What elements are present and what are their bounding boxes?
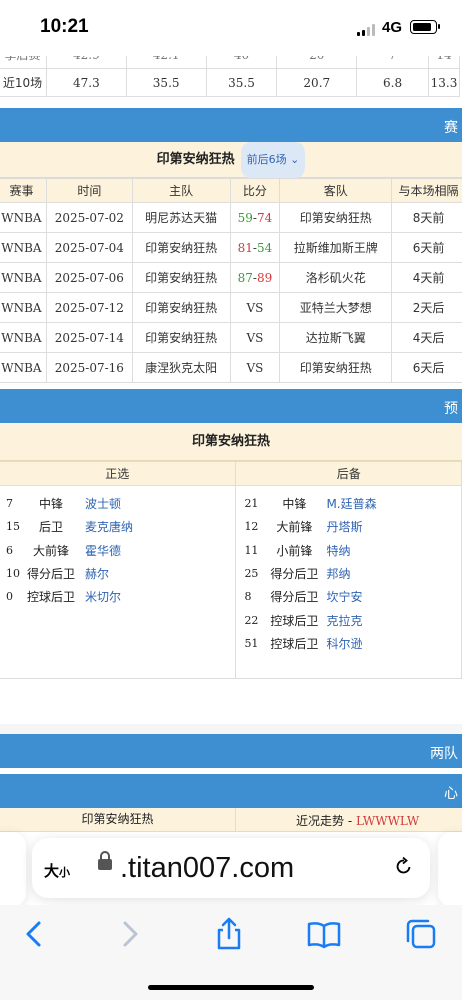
player-link[interactable]: 米切尔 [79,588,121,605]
player-row: 22 控球后卫 克拉克 [244,612,363,629]
player-row: 0 控球后卫 米切尔 [6,588,122,605]
table-header-row: 赛事 时间 主队 比分 客队 与本场相隔 [0,178,462,203]
player-link[interactable]: 坎宁安 [320,588,362,605]
player-row: 51 控球后卫 科尔逊 [244,635,363,652]
player-row: 15 后卫 麦克唐纳 [6,518,134,535]
reload-icon[interactable] [394,856,414,876]
status-bar: 10:21 4G [0,0,462,56]
player-row: 12 大前锋 丹塔斯 [244,518,363,535]
player-row: 7 中锋 波士顿 [6,495,122,512]
chevron-down-icon: ⌄ [290,153,300,166]
player-link[interactable]: 邦纳 [320,565,350,582]
starters-header: 正选 [0,461,237,486]
next-tab-preview[interactable] [438,832,462,907]
player-link[interactable]: 科尔逊 [320,635,362,652]
back-icon[interactable] [16,916,52,952]
match-range-dropdown[interactable]: 前后6场 ⌄ [240,142,306,178]
starters-list: 7 中锋 波士顿 15 后卫 麦克唐纳 6 大前锋 霍华德 10 得分后卫 赫尔 0 控球后卫 米切… [0,485,237,679]
section-divider [0,724,462,734]
player-link[interactable]: 麦克唐纳 [79,518,133,535]
table-row[interactable]: WNBA 2025-07-16 康涅狄克太阳 VS 印第安纳狂热 6天后 [0,352,462,383]
score-cell: VS [229,292,281,323]
player-link[interactable]: 克拉克 [320,612,362,629]
signal-icon [357,24,377,36]
table-row: 近10场 47.3 35.5 35.5 20.7 6.8 13.3 [0,68,461,97]
prev-tab-preview[interactable] [0,832,26,907]
player-link[interactable]: M.廷普森 [320,495,376,512]
address-bar[interactable]: 大小 .titan007.com [32,838,430,898]
player-link[interactable]: 丹塔斯 [320,518,362,535]
lineup-table: 正选 后备 7 中锋 波士顿 15 后卫 麦克唐纳 6 大前锋 霍华德 10 得分后卫 赫尔 0… [0,461,462,679]
head-to-head-section-header: 两队 [0,734,462,768]
table-row[interactable]: WNBA 2025-07-02 明尼苏达天猫 59-74 印第安纳狂热 8天前 [0,202,462,233]
tabs-icon[interactable] [403,916,439,952]
table-row[interactable]: WNBA 2025-07-14 印第安纳狂热 VS 达拉斯飞翼 4天后 [0,322,462,353]
player-row: 21 中锋 M.廷普森 [244,495,377,512]
player-row: 11 小前锋 特纳 [244,542,351,559]
lineup-section-header: 预 [0,389,462,423]
lineup-team-header: 印第安纳狂热 [0,423,462,461]
schedule-table: 赛事 时间 主队 比分 客队 与本场相隔 WNBA 2025-07-02 明尼苏达… [0,178,462,383]
player-row: 10 得分后卫 赫尔 [6,565,110,582]
player-link[interactable]: 赫尔 [79,565,109,582]
score-cell: 81-54 [229,232,281,263]
form-row: 印第安纳狂热 近况走势 - LWWWLW [0,808,462,832]
player-link[interactable]: 特纳 [320,542,350,559]
network-type: 4G [382,19,403,36]
player-row: 6 大前锋 霍华德 [6,542,122,559]
form-section-header: 心 [0,774,462,808]
player-link[interactable]: 波士顿 [79,495,121,512]
url-text[interactable]: .titan007.com [120,852,294,885]
forward-icon[interactable] [112,916,148,952]
table-row[interactable]: WNBA 2025-07-06 印第安纳狂热 87-89 洛杉矶火花 4天前 [0,262,462,293]
bookmarks-icon[interactable] [306,916,342,952]
schedule-team-header: 印第安纳狂热 前后6场 ⌄ [0,142,462,178]
bench-header: 后备 [235,461,462,486]
table-row[interactable]: WNBA 2025-07-04 印第安纳狂热 81-54 拉斯维加斯王牌 6天前 [0,232,462,263]
form-team-name: 印第安纳狂热 [0,808,236,832]
bench-list: 21 中锋 M.廷普森 12 大前锋 丹塔斯 11 小前锋 特纳 25 得分后卫 邦纳 8 得分后… [235,485,462,679]
score-cell: 87-89 [229,262,281,293]
form-trend: 近况走势 - LWWWLW [296,814,420,828]
player-link[interactable]: 霍华德 [79,542,121,559]
table-row[interactable]: WNBA 2025-07-12 印第安纳狂热 VS 亚特兰大梦想 2天后 [0,292,462,323]
schedule-section-header: 赛 [0,108,462,142]
schedule-team-name: 印第安纳狂热 [156,152,235,167]
score-cell: VS [229,352,281,383]
score-cell: 59-74 [229,202,281,233]
score-cell: VS [229,322,281,353]
player-row: 8 得分后卫 坎宁安 [244,588,363,605]
status-time: 10:21 [40,16,89,37]
home-indicator [148,985,314,990]
player-row: 25 得分后卫 邦纳 [244,565,351,582]
share-icon[interactable] [211,916,247,952]
battery-icon [410,20,440,34]
text-size-button[interactable]: 大小 [44,860,70,881]
lock-icon [98,851,112,870]
lineup-team-name: 印第安纳狂热 [191,434,270,449]
